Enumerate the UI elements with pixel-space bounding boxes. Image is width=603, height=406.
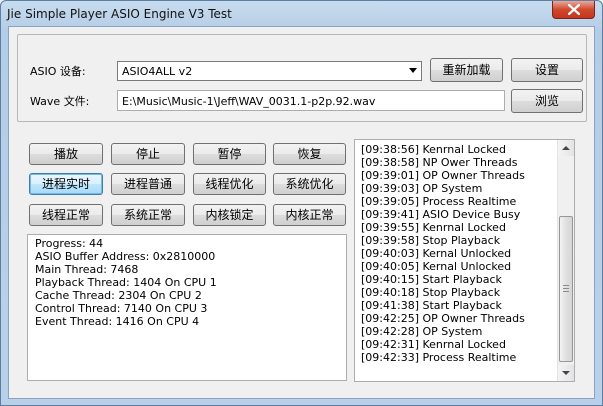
system-normal-button[interactable]: 系统正常 — [111, 204, 185, 226]
thumb-grip — [563, 285, 569, 286]
chevron-up-icon — [562, 146, 570, 150]
thread-normal-button[interactable]: 线程正常 — [29, 204, 103, 226]
log-item: [09:39:55] Kenrnal Locked — [361, 221, 506, 234]
info-line: ASIO Buffer Address: 0x2810000 — [35, 250, 216, 263]
log-item: [09:38:58] NP Ower Threads — [361, 156, 518, 169]
chevron-down-icon — [562, 371, 570, 375]
resume-button[interactable]: 恢复 — [273, 143, 346, 165]
asio-device-label: ASIO 设备: — [30, 65, 86, 78]
info-line: Event Thread: 1416 On CPU 4 — [35, 315, 200, 328]
log-item: [09:38:56] Kenrnal Locked — [361, 143, 506, 156]
chevron-down-icon — [409, 68, 417, 73]
asio-device-select[interactable]: ASIO4ALL v2 — [117, 61, 422, 81]
info-line: Playback Thread: 1404 On CPU 1 — [35, 276, 217, 289]
core-normal-button[interactable]: 内核正常 — [273, 204, 346, 226]
log-item: [09:39:58] Stop Playback — [361, 234, 501, 247]
info-line: Main Thread: 7468 — [35, 263, 139, 276]
thumb-grip — [563, 288, 569, 289]
stop-button[interactable]: 停止 — [111, 143, 185, 165]
wave-file-label: Wave 文件: — [30, 95, 90, 108]
core-lock-button[interactable]: 内核锁定 — [193, 204, 266, 226]
log-item: [09:40:18] Stop Playback — [361, 286, 501, 299]
reload-button[interactable]: 重新加载 — [430, 58, 503, 82]
info-line: Control Thread: 7140 On CPU 3 — [35, 302, 208, 315]
log-item: [09:42:28] OP System — [361, 325, 483, 338]
close-button[interactable] — [552, 1, 595, 19]
thread-optimize-button[interactable]: 线程优化 — [193, 173, 266, 195]
browse-button[interactable]: 浏览 — [511, 89, 583, 113]
log-scrollbar[interactable] — [557, 140, 574, 381]
log-item: [09:40:05] Kernal Unlocked — [361, 260, 512, 273]
log-item: [09:39:01] OP Owner Threads — [361, 169, 525, 182]
log-item: [09:39:05] Process Realtime — [361, 195, 517, 208]
title-bar[interactable]: Jie Simple Player ASIO Engine V3 Test — [1, 1, 602, 27]
log-item: [09:40:03] Kernal Unlocked — [361, 247, 512, 260]
process-realtime-button[interactable]: 进程实时 — [29, 173, 103, 195]
scroll-thumb[interactable] — [559, 216, 573, 362]
wave-file-path: E:\Music\Music-1\Jeff\WAV_0031.1-p2p.92.… — [122, 95, 376, 108]
log-item: [09:39:03] OP System — [361, 182, 483, 195]
log-item: [09:42:33] Process Realtime — [361, 351, 517, 364]
info-line: Progress: 44 — [35, 237, 104, 250]
scroll-up-button[interactable] — [558, 140, 574, 156]
status-info-panel[interactable]: Progress: 44 ASIO Buffer Address: 0x2810… — [27, 234, 347, 381]
event-log-list[interactable]: [09:38:56] Kenrnal Locked [09:38:58] NP … — [354, 139, 575, 382]
log-item: [09:39:41] ASIO Device Busy — [361, 208, 521, 221]
scroll-down-button[interactable] — [558, 365, 574, 381]
log-item: [09:41:38] Start Playback — [361, 299, 502, 312]
app-window: Jie Simple Player ASIO Engine V3 Test AS… — [0, 0, 603, 406]
wave-file-input[interactable]: E:\Music\Music-1\Jeff\WAV_0031.1-p2p.92.… — [117, 90, 505, 111]
log-item: [09:42:25] OP Owner Threads — [361, 312, 525, 325]
system-optimize-button[interactable]: 系统优化 — [273, 173, 346, 195]
settings-button[interactable]: 设置 — [511, 58, 583, 82]
info-line: Cache Thread: 2304 On CPU 2 — [35, 289, 202, 302]
device-groupbox: ASIO 设备: ASIO4ALL v2 重新加载 设置 Wave 文件: E:… — [17, 34, 587, 122]
thumb-grip — [563, 291, 569, 292]
asio-device-value: ASIO4ALL v2 — [122, 65, 193, 78]
log-item: [09:42:31] Kenrnal Locked — [361, 338, 506, 351]
log-item: [09:40:15] Start Playback — [361, 273, 502, 286]
process-normal-button[interactable]: 进程普通 — [111, 173, 185, 195]
close-icon — [568, 4, 580, 15]
pause-button[interactable]: 暂停 — [193, 143, 266, 165]
window-title: Jie Simple Player ASIO Engine V3 Test — [7, 7, 232, 21]
play-button[interactable]: 播放 — [29, 143, 103, 165]
client-area: ASIO 设备: ASIO4ALL v2 重新加载 设置 Wave 文件: E:… — [8, 26, 595, 399]
